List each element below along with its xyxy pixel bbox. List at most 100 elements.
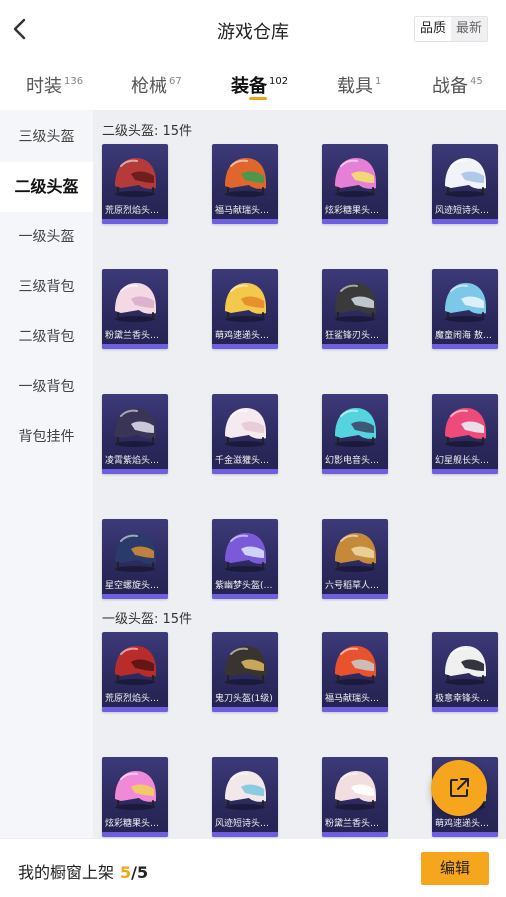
helmet-icon [115, 158, 156, 197]
helmet-icon [445, 283, 486, 322]
tab-vehicles[interactable]: 载具 1 [337, 72, 381, 98]
rarity-bar [432, 219, 498, 224]
item-name: 粉黛兰香头盔(2级) [105, 331, 168, 341]
tab-equipment[interactable]: 装备 102 [231, 72, 288, 98]
item-name: 粉黛兰香头盔(1级) [325, 819, 388, 829]
item-name: 鬼刀头盔(1级) [215, 694, 273, 704]
item-card[interactable]: 福马献瑞头盔(1级) [322, 632, 388, 712]
sidebar-item-level2-backpack[interactable]: 二级背包 [0, 312, 93, 362]
item-name: 福马献瑞头盔(2级) [215, 206, 278, 216]
item-name: 魔童闹海 敖丙头盔 [435, 331, 498, 341]
item-card[interactable]: 六号稻草人头盔(2级) [322, 519, 388, 599]
helmet-icon [335, 283, 376, 322]
item-card[interactable]: 福马献瑞头盔(2级) [212, 144, 278, 224]
item-card[interactable]: 幻星舰长头盔(2级) [432, 394, 498, 474]
tab-count: 45 [470, 76, 483, 87]
helmet-icon [335, 158, 376, 197]
helmet-icon [115, 533, 156, 572]
helmet-icon [445, 646, 486, 685]
tab-label: 战备 [432, 76, 468, 97]
sidebar-item-level3-helmet[interactable]: 三级头盔 [0, 112, 93, 162]
item-name: 萌鸡速递头盔(2级) [215, 331, 278, 341]
sidebar-item-level1-helmet[interactable]: 一级头盔 [0, 212, 93, 262]
sidebar-item-backpack-pendant[interactable]: 背包挂件 [0, 412, 93, 462]
rarity-bar [212, 832, 278, 837]
helmet-icon [225, 533, 266, 572]
rarity-bar [432, 832, 498, 837]
item-card[interactable]: 荒原烈焰头盔(2级) [102, 144, 168, 224]
item-card[interactable]: 风迹短诗头盔(1级) [212, 757, 278, 837]
helmet-icon [225, 408, 266, 447]
showcase-total: /5 [131, 863, 149, 882]
item-card[interactable]: 炫彩糖果头盔(1级) [102, 757, 168, 837]
helmet-icon [225, 771, 266, 810]
item-card[interactable]: 粉黛兰香头盔(2级) [102, 269, 168, 349]
item-card[interactable]: 萌鸡速递头盔(2级) [212, 269, 278, 349]
item-name: 风迹短诗头盔(1级) [215, 819, 278, 829]
item-card[interactable]: 极意幸锋头盔(1级) [432, 632, 498, 712]
helmet-icon [115, 646, 156, 685]
sidebar-item-level1-backpack[interactable]: 一级背包 [0, 362, 93, 412]
helmet-icon [115, 771, 156, 810]
rarity-bar [322, 707, 388, 712]
item-card[interactable]: 幻影电音头盔(2级) [322, 394, 388, 474]
sort-toggle[interactable]: 品质 最新 [414, 16, 488, 42]
helmet-icon [335, 408, 376, 447]
sort-newest-option[interactable]: 最新 [451, 17, 487, 41]
item-name: 荒原烈焰头盔(1级) [105, 694, 168, 704]
tab-count: 102 [269, 76, 289, 87]
rarity-bar [322, 219, 388, 224]
item-card[interactable]: 凌霄紫焰头盔(2级) [102, 394, 168, 474]
item-card[interactable]: 风迹短诗头盔(2级) [432, 144, 498, 224]
item-card[interactable]: 粉黛兰香头盔(1级) [322, 757, 388, 837]
sidebar-item-level3-backpack[interactable]: 三级背包 [0, 262, 93, 312]
rarity-bar [102, 594, 168, 599]
item-name: 六号稻草人头盔(2级) [325, 581, 388, 591]
helmet-icon [225, 646, 266, 685]
edit-button[interactable]: 编辑 [421, 852, 489, 885]
rarity-bar [432, 469, 498, 474]
tab-label: 载具 [337, 76, 373, 97]
sort-quality-option[interactable]: 品质 [415, 17, 451, 41]
item-name: 风迹短诗头盔(2级) [435, 206, 498, 216]
tab-count: 136 [64, 76, 84, 87]
item-name: 星空螺旋头盔(2级) [105, 581, 168, 591]
helmet-icon [445, 408, 486, 447]
item-card[interactable]: 荒原烈焰头盔(1级) [102, 632, 168, 712]
active-tab-indicator [249, 97, 267, 100]
rarity-bar [212, 469, 278, 474]
helmet-icon [115, 283, 156, 322]
tab-fashion[interactable]: 时装 136 [26, 72, 83, 98]
tab-count: 67 [169, 76, 182, 87]
sidebar-item-level2-helmet[interactable]: 二级头盔 [0, 162, 93, 212]
item-card[interactable]: 千金滋獾头盔(2级) [212, 394, 278, 474]
tab-firearms[interactable]: 枪械 67 [131, 72, 182, 98]
tab-supplies[interactable]: 战备 45 [432, 72, 483, 98]
category-tabs: 时装 136 枪械 67 装备 102 载具 1 战备 45 [0, 62, 506, 110]
item-card[interactable]: 魔童闹海 敖丙头盔 [432, 269, 498, 349]
item-card[interactable]: 星空螺旋头盔(2级) [102, 519, 168, 599]
tab-label: 枪械 [131, 76, 167, 97]
item-card[interactable]: 紫幽梦头盔(2级) [212, 519, 278, 599]
rarity-bar [102, 832, 168, 837]
rarity-bar [322, 594, 388, 599]
item-card[interactable]: 狂鲨锋刃头盔(2级) [322, 269, 388, 349]
item-card[interactable]: 炫彩糖果头盔(2级) [322, 144, 388, 224]
item-name: 千金滋獾头盔(2级) [215, 456, 278, 466]
rarity-bar [102, 707, 168, 712]
share-button[interactable] [431, 760, 487, 816]
rarity-bar [212, 707, 278, 712]
item-name: 萌鸡速递头盔(1级) [435, 819, 498, 829]
sidebar: 三级头盔 二级头盔 一级头盔 三级背包 二级背包 一级背包 背包挂件 [0, 110, 93, 897]
section-title-level1-helmet: 一级头盔: 15件 [102, 612, 193, 627]
item-name: 紫幽梦头盔(2级) [215, 581, 278, 591]
item-name: 狂鲨锋刃头盔(2级) [325, 331, 388, 341]
item-card[interactable]: 鬼刀头盔(1级) [212, 632, 278, 712]
item-name: 凌霄紫焰头盔(2级) [105, 456, 168, 466]
showcase-status: 我的橱窗上架 5/5 [18, 859, 148, 883]
rarity-bar [322, 832, 388, 837]
rarity-bar [212, 344, 278, 349]
top-bar: 游戏仓库 品质 最新 [0, 0, 506, 60]
helmet-icon [445, 158, 486, 197]
rarity-bar [102, 469, 168, 474]
